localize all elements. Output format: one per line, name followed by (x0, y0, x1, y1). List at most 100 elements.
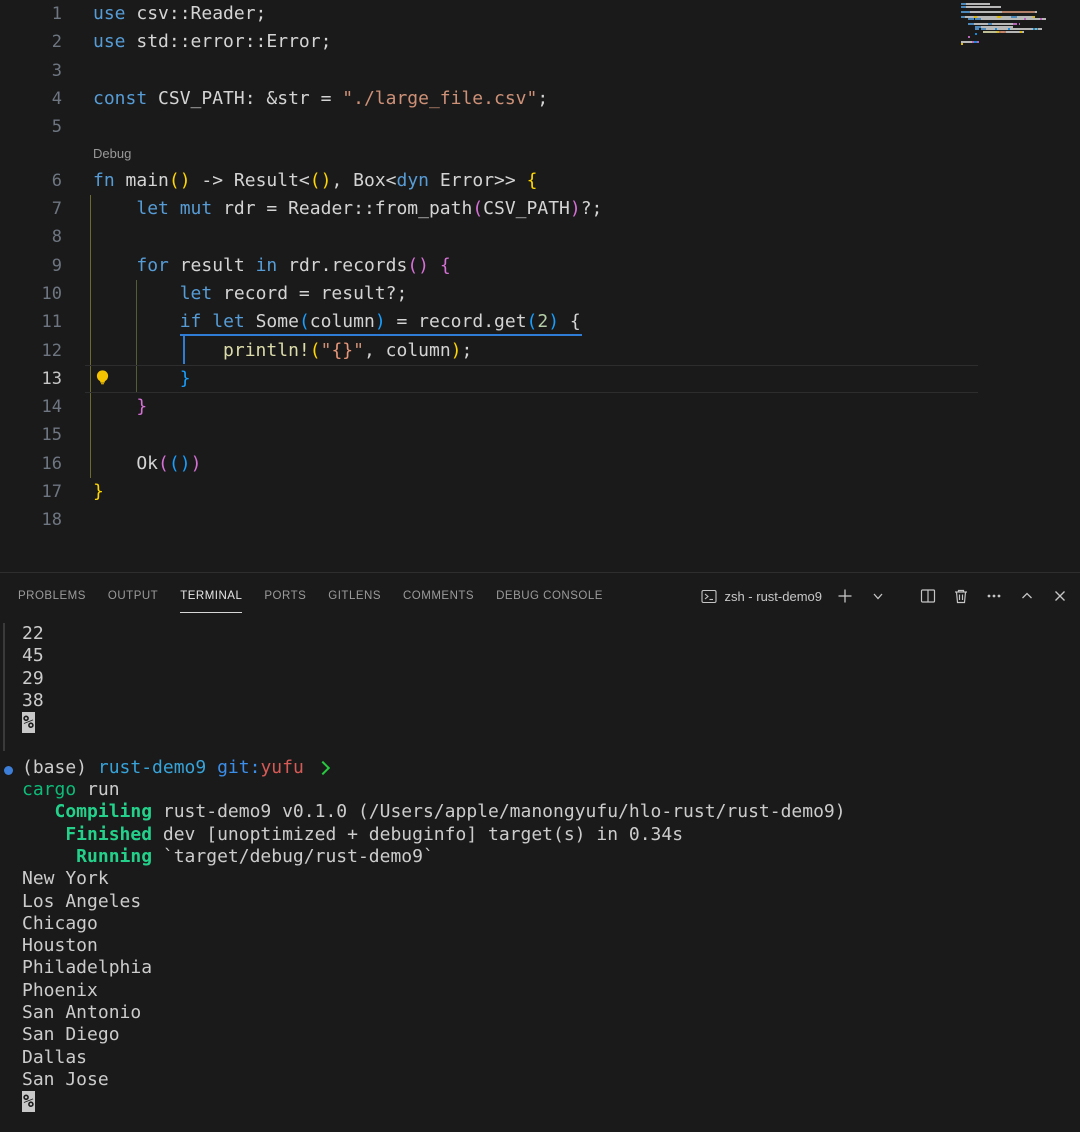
terminal-line: Chicago (22, 913, 1080, 935)
terminal-line: Dallas (22, 1047, 1080, 1069)
line-number[interactable]: 10 (0, 280, 62, 308)
terminal-line: (base) rust-demo9 git:yufu (22, 757, 1080, 779)
code-line[interactable]: 3 (0, 57, 1080, 85)
line-number[interactable]: 8 (0, 223, 62, 251)
code-line[interactable]: 9 for result in rdr.records() { (0, 252, 1080, 280)
indent-guide-level-1 (90, 195, 91, 478)
close-panel-button[interactable] (1050, 586, 1070, 606)
code-line[interactable]: 15 (0, 421, 1080, 449)
code-text: Ok(()) (93, 450, 201, 478)
minimap-line (977, 41, 979, 43)
terminal-line: 22 (22, 623, 1080, 645)
line-number[interactable]: 6 (0, 167, 62, 195)
code-line[interactable]: 11 if let Some(column) = record.get(2) { (0, 308, 1080, 336)
more-actions-button[interactable] (984, 586, 1004, 606)
current-line-highlight (85, 365, 978, 393)
line-number[interactable]: 11 (0, 308, 62, 336)
panel-tab-gitlens[interactable]: GITLENS (328, 573, 381, 619)
terminal-line: San Antonio (22, 1002, 1080, 1024)
minimap-line (1022, 31, 1024, 33)
code-line[interactable]: 16 Ok(()) (0, 450, 1080, 478)
code-text: use std::error::Error; (93, 28, 331, 56)
minimap-line (975, 28, 979, 30)
terminal-profile-dropdown[interactable] (868, 586, 888, 606)
vscode-window: 1 use csv::Reader;2 use std::error::Error;… (0, 0, 1080, 1132)
line-number[interactable]: 7 (0, 195, 62, 223)
line-number[interactable]: 2 (0, 28, 62, 56)
code-line[interactable]: 2 use std::error::Error; (0, 28, 1080, 56)
terminal-line: Houston (22, 935, 1080, 957)
panel-tab-problems[interactable]: PROBLEMS (18, 573, 86, 619)
minimap-line (1006, 31, 1020, 33)
terminal-line: Finished dev [unoptimized + debuginfo] t… (22, 824, 1080, 846)
minimap-line (1038, 28, 1042, 30)
panel-header: PROBLEMS OUTPUT TERMINAL PORTS GITLENS COMMEN… (0, 573, 1080, 619)
terminal-line: San Diego (22, 1024, 1080, 1046)
panel-tab-comments[interactable]: COMMENTS (403, 573, 474, 619)
terminal-line: % (22, 712, 1080, 734)
codelens-debug[interactable]: Debug (0, 141, 1080, 166)
ellipsis-icon (986, 588, 1002, 604)
line-number[interactable]: 13 (0, 365, 62, 393)
code-text: const CSV_PATH: &str = "./large_file.csv… (93, 85, 548, 113)
line-number[interactable]: 16 (0, 450, 62, 478)
terminal-line: San Jose (22, 1069, 1080, 1091)
terminal-tab-badge[interactable]: zsh - rust-demo9 (701, 589, 822, 604)
code-line[interactable]: 12 println!("{}", column); (0, 337, 1080, 365)
line-number[interactable]: 18 (0, 506, 62, 534)
code-text: for result in rdr.records() { (93, 252, 451, 280)
maximize-panel-button[interactable] (1017, 586, 1037, 606)
code-editor[interactable]: 1 use csv::Reader;2 use std::error::Error;… (0, 0, 1080, 572)
line-number[interactable]: 17 (0, 478, 62, 506)
code-line[interactable]: 8 (0, 223, 1080, 251)
code-line[interactable]: 14 } (0, 393, 1080, 421)
panel-tab-output[interactable]: OUTPUT (108, 573, 158, 619)
split-terminal-button[interactable] (918, 586, 938, 606)
line-number[interactable]: 3 (0, 57, 62, 85)
code-line[interactable]: 17} (0, 478, 1080, 506)
line-number[interactable]: 12 (0, 337, 62, 365)
line-number[interactable]: 15 (0, 421, 62, 449)
minimap-line (966, 6, 1000, 8)
code-line[interactable]: 10 let record = result?; (0, 280, 1080, 308)
minimap-line (983, 31, 997, 33)
code-line[interactable]: 18 (0, 506, 1080, 534)
code-line[interactable]: 7 let mut rdr = Reader::from_path(CSV_PA… (0, 195, 1080, 223)
minimap-line (968, 36, 970, 38)
code-text: fn main() -> Result<(), Box<dyn Error>> … (93, 167, 537, 195)
code-text: use csv::Reader; (93, 0, 266, 28)
minimap[interactable] (958, 0, 1080, 64)
code-line[interactable]: 6 fn main() -> Result<(), Box<dyn Error>>… (0, 167, 1080, 195)
prompt-arrow-icon (316, 761, 330, 775)
terminal-icon (701, 589, 717, 604)
terminal[interactable]: 22452938%(base) rust-demo9 git:yufu carg… (0, 619, 1080, 1132)
code-text: if let Some(column) = record.get(2) { (93, 308, 581, 336)
line-number[interactable]: 9 (0, 252, 62, 280)
new-terminal-button[interactable] (835, 586, 855, 606)
line-number[interactable]: 4 (0, 85, 62, 113)
lightbulb-icon[interactable] (94, 369, 111, 386)
kill-terminal-button[interactable] (951, 586, 971, 606)
minimap-line (1013, 23, 1017, 25)
terminal-line: % (22, 1091, 1080, 1113)
panel-tab-terminal[interactable]: TERMINAL (180, 573, 242, 619)
minimap-line (1035, 11, 1037, 13)
line-number[interactable]: 5 (0, 113, 62, 141)
code-text: let record = result?; (93, 280, 407, 308)
terminal-output-decoration (3, 623, 5, 751)
code-line[interactable]: 1 use csv::Reader; (0, 0, 1080, 28)
code-text: } (93, 478, 104, 506)
panel-tab-debug-console[interactable]: DEBUG CONSOLE (496, 573, 603, 619)
minimap-line (981, 18, 1024, 20)
command-decoration-dot[interactable] (4, 766, 13, 775)
terminal-line: Compiling rust-demo9 v0.1.0 (/Users/appl… (22, 801, 1080, 823)
panel-tab-ports[interactable]: PORTS (264, 573, 306, 619)
code-line[interactable]: 5 (0, 113, 1080, 141)
code-text: let mut rdr = Reader::from_path(CSV_PATH… (93, 195, 602, 223)
terminal-line: New York (22, 868, 1080, 890)
line-number[interactable]: 1 (0, 0, 62, 28)
code-line[interactable]: 4 const CSV_PATH: &str = "./large_file.cs… (0, 85, 1080, 113)
line-number[interactable]: 14 (0, 393, 62, 421)
statement-highlight-border (183, 336, 185, 364)
close-icon (1053, 589, 1067, 603)
